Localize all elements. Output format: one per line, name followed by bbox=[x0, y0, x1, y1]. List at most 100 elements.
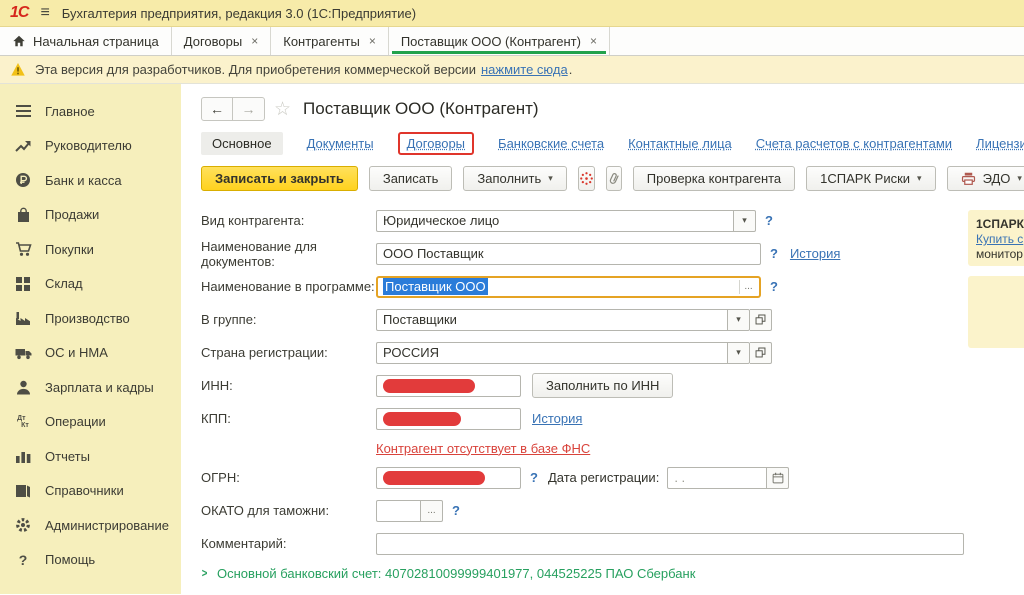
sidebar-item-zarplata-i-kadry[interactable]: Зарплата и кадры bbox=[0, 370, 181, 405]
tab-label: Начальная страница bbox=[33, 34, 159, 49]
fill-by-inn-button[interactable]: Заполнить по ИНН bbox=[532, 373, 673, 398]
help-icon[interactable]: ? bbox=[770, 246, 778, 261]
name-for-documents-input[interactable]: ООО Поставщик bbox=[376, 243, 761, 265]
sidebar-item-otchety[interactable]: Отчеты bbox=[0, 439, 181, 474]
sidebar-item-bank-i-kassa[interactable]: Банк и касса bbox=[0, 163, 181, 198]
sidebar-item-label: Администрирование bbox=[45, 518, 169, 533]
field-label: ОКАТО для таможни: bbox=[201, 503, 376, 518]
sidebar-item-sklad[interactable]: Склад bbox=[0, 267, 181, 302]
choose-button[interactable]: ... bbox=[739, 280, 757, 294]
truck-icon bbox=[14, 345, 32, 361]
tab-kontragenty[interactable]: Контрагенты × bbox=[271, 27, 389, 55]
forward-button[interactable]: → bbox=[233, 98, 264, 120]
counterparty-form: Вид контрагента: Юридическое лицо ▾ ? На… bbox=[201, 204, 1024, 594]
nav-item-scheta-raschetov[interactable]: Счета расчетов с контрагентами bbox=[756, 136, 952, 151]
calendar-button[interactable] bbox=[767, 467, 789, 489]
open-button[interactable] bbox=[750, 342, 772, 364]
home-icon bbox=[12, 34, 26, 48]
dadata-starburst-button[interactable] bbox=[578, 166, 595, 191]
sidebar-item-label: Отчеты bbox=[45, 449, 90, 464]
save-button[interactable]: Записать bbox=[369, 166, 453, 191]
field-row-okato: ОКАТО для таможни: ... ? bbox=[201, 494, 1024, 527]
dropdown-button[interactable]: ▾ bbox=[728, 342, 750, 364]
sidebar-item-pokupki[interactable]: Покупки bbox=[0, 232, 181, 267]
inn-input[interactable] bbox=[376, 375, 521, 397]
warning-period: . bbox=[569, 62, 573, 77]
help-icon[interactable]: ? bbox=[530, 470, 538, 485]
page-title: Поставщик ООО (Контрагент) bbox=[303, 99, 539, 119]
nav-item-bankovskie-scheta[interactable]: Банковские счета bbox=[498, 136, 604, 151]
field-row-vid: Вид контрагента: Юридическое лицо ▾ ? bbox=[201, 204, 1024, 237]
sidebar-item-prodazhi[interactable]: Продажи bbox=[0, 198, 181, 233]
close-icon[interactable]: × bbox=[251, 34, 258, 48]
sidebar-item-spravochniki[interactable]: Справочники bbox=[0, 474, 181, 509]
field-row-inn: ИНН: Заполнить по ИНН bbox=[201, 369, 1024, 402]
spark-risks-button[interactable]: 1СПАРК Риски▾ bbox=[806, 166, 935, 191]
sidebar-item-os-i-nma[interactable]: ОС и НМА bbox=[0, 336, 181, 371]
kpp-input[interactable] bbox=[376, 408, 521, 430]
sidebar-item-proizvodstvo[interactable]: Производство bbox=[0, 301, 181, 336]
sidebar-item-administrirovanie[interactable]: Администрирование bbox=[0, 508, 181, 543]
section-bank-account[interactable]: > Основной банковский счет: 407028100999… bbox=[201, 560, 1024, 586]
save-and-close-button[interactable]: Записать и закрыть bbox=[201, 166, 358, 191]
kpp-history-link[interactable]: История bbox=[532, 411, 582, 426]
registration-date-input[interactable]: . . bbox=[667, 467, 767, 489]
field-row-country: Страна регистрации: РОССИЯ ▾ bbox=[201, 336, 1024, 369]
help-icon[interactable]: ? bbox=[452, 503, 460, 518]
open-icon bbox=[755, 314, 766, 325]
edo-button[interactable]: ЭДО▾ bbox=[947, 166, 1024, 191]
help-icon[interactable]: ? bbox=[770, 279, 778, 294]
nav-item-kontaktnye-lica[interactable]: Контактные лица bbox=[628, 136, 732, 151]
open-button[interactable] bbox=[750, 309, 772, 331]
close-icon[interactable]: × bbox=[590, 34, 597, 48]
chevron-down-icon: ▾ bbox=[1017, 173, 1022, 184]
name-history-link[interactable]: История bbox=[790, 246, 840, 261]
nav-item-licenzii-postavshchikov[interactable]: Лицензии поставщиков ал bbox=[976, 136, 1024, 151]
okato-input[interactable] bbox=[376, 500, 421, 522]
check-counterparty-button[interactable]: Проверка контрагента bbox=[633, 166, 795, 191]
spark-promo-panel[interactable]: 1СПАРК Купить с монитор bbox=[968, 210, 1024, 266]
sidebar-item-label: Руководителю bbox=[45, 138, 132, 153]
fns-missing-link[interactable]: Контрагент отсутствует в базе ФНС bbox=[376, 441, 590, 456]
open-icon bbox=[755, 347, 766, 358]
chevron-down-icon: ▾ bbox=[548, 173, 553, 184]
trend-icon bbox=[14, 138, 32, 154]
country-select[interactable]: РОССИЯ bbox=[376, 342, 728, 364]
main-content: ← → ☆ Поставщик ООО (Контрагент) Основно… bbox=[181, 84, 1024, 594]
tab-postavshchik-kontragent[interactable]: Поставщик ООО (Контрагент) × bbox=[389, 27, 610, 55]
help-icon[interactable]: ? bbox=[765, 213, 773, 228]
choose-button[interactable]: ... bbox=[421, 500, 443, 522]
nav-item-osnovnoe[interactable]: Основное bbox=[201, 132, 283, 155]
back-button[interactable]: ← bbox=[202, 98, 233, 120]
nav-item-dokumenty[interactable]: Документы bbox=[307, 136, 374, 151]
tab-dogovory[interactable]: Договоры × bbox=[172, 27, 271, 55]
sidebar-item-operacii[interactable]: ДтКт Операции bbox=[0, 405, 181, 440]
sidebar-item-rukovoditelyu[interactable]: Руководителю bbox=[0, 129, 181, 164]
favorite-star-icon[interactable]: ☆ bbox=[274, 98, 291, 121]
sidebar-item-label: Покупки bbox=[45, 242, 94, 257]
dropdown-button[interactable]: ▾ bbox=[734, 210, 756, 232]
section-address[interactable]: > Адрес и телефон bbox=[201, 586, 1024, 594]
sidebar-item-label: Производство bbox=[45, 311, 130, 326]
sidebar-item-glavnoe[interactable]: Главное bbox=[0, 94, 181, 129]
field-label: КПП: bbox=[201, 411, 376, 426]
chevron-down-icon: ▾ bbox=[917, 173, 922, 184]
close-icon[interactable]: × bbox=[369, 34, 376, 48]
warning-link[interactable]: нажмите сюда bbox=[481, 62, 568, 77]
name-in-program-input[interactable]: Поставщик ООО ... bbox=[376, 276, 761, 298]
sidebar-item-pomoshch[interactable]: ? Помощь bbox=[0, 543, 181, 578]
comment-input[interactable] bbox=[376, 533, 964, 555]
dropdown-button[interactable]: ▾ bbox=[728, 309, 750, 331]
main-menu-icon[interactable]: ≡ bbox=[40, 4, 49, 22]
counterparty-type-select[interactable]: Юридическое лицо bbox=[376, 210, 734, 232]
group-select[interactable]: Поставщики bbox=[376, 309, 728, 331]
tab-home[interactable]: Начальная страница bbox=[0, 27, 172, 55]
promo-buy-link[interactable]: Купить с bbox=[976, 232, 1023, 246]
attachments-button[interactable] bbox=[606, 166, 622, 191]
field-label: ИНН: bbox=[201, 378, 376, 393]
dtkt-icon: ДтКт bbox=[14, 414, 32, 430]
fill-button[interactable]: Заполнить▾ bbox=[463, 166, 566, 191]
sidebar-item-label: Продажи bbox=[45, 207, 99, 222]
ogrn-input[interactable] bbox=[376, 467, 521, 489]
nav-item-dogovory[interactable]: Договоры bbox=[407, 136, 465, 151]
